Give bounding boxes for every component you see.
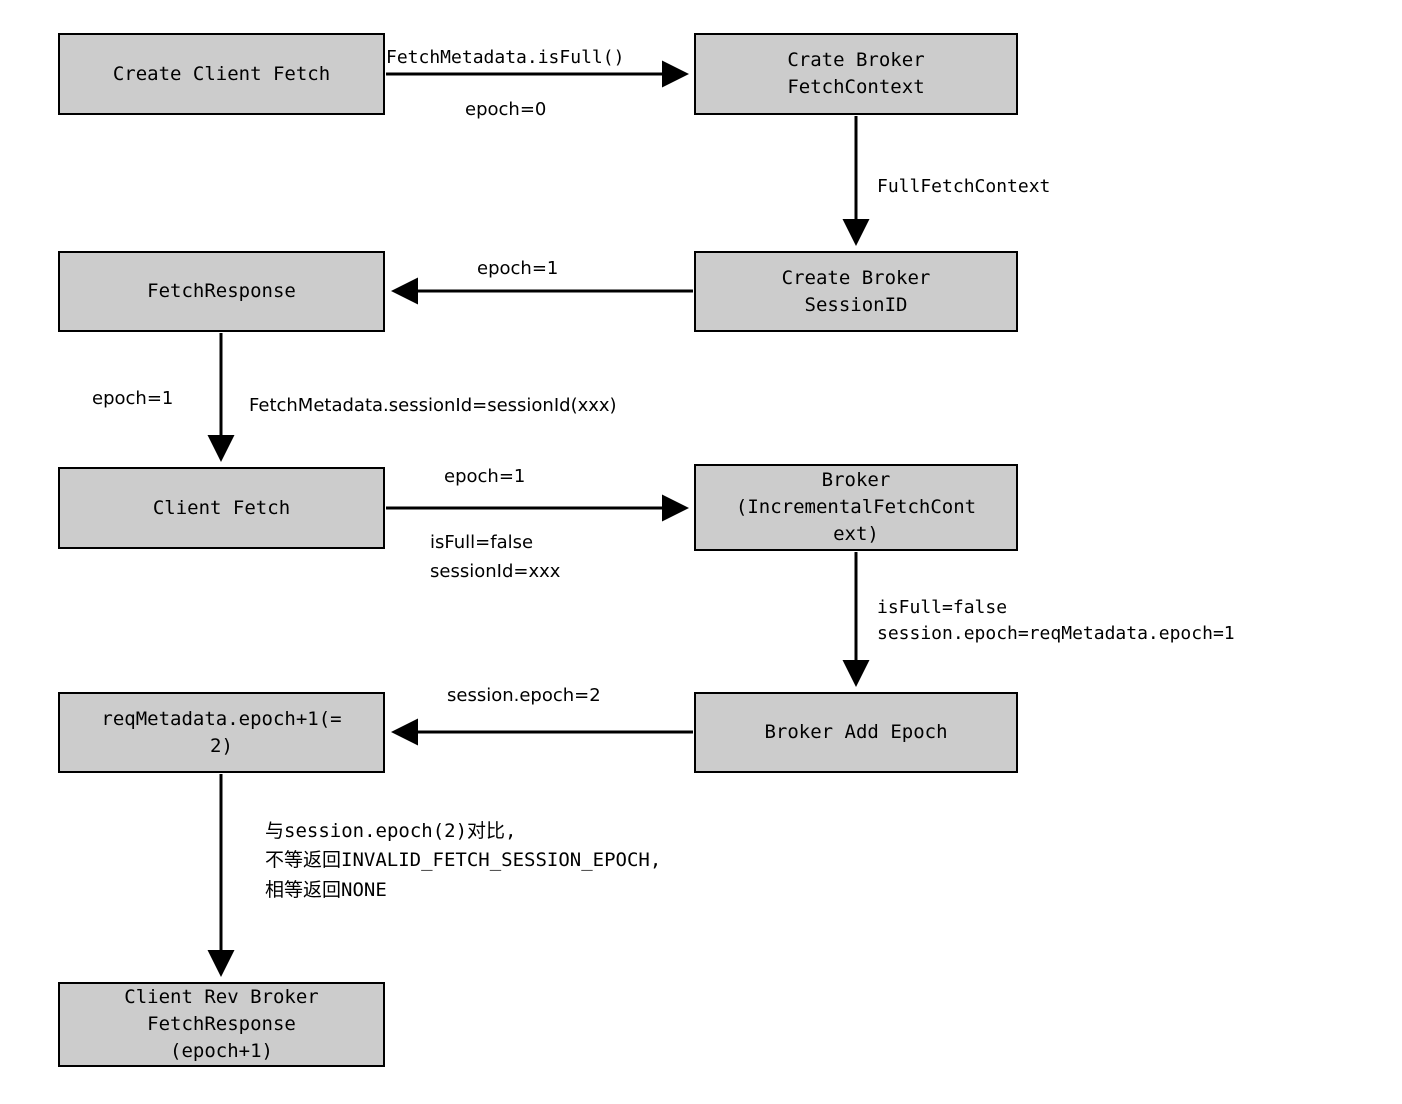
node-label: Broker Add Epoch <box>764 721 948 744</box>
diagram-canvas: Create Client Fetch Crate Broker FetchCo… <box>0 0 1402 1104</box>
edge-label-epoch-1-left: epoch=1 <box>92 388 174 409</box>
edge-label-epoch-compare-note: 与session.epoch(2)对比, 不等返回INVALID_FETCH_S… <box>265 820 662 901</box>
node-create-broker-sessionid[interactable]: Create Broker SessionID <box>694 251 1018 332</box>
node-broker-add-epoch[interactable]: Broker Add Epoch <box>694 692 1018 773</box>
node-broker-incremental-fetch-context[interactable]: Broker (IncrementalFetchCont ext) <box>694 464 1018 551</box>
node-fetch-response[interactable]: FetchResponse <box>58 251 385 332</box>
edge-label-fetchmetadata-sessionid: FetchMetadata.sessionId=sessionId(xxx) <box>249 395 617 416</box>
edge-label-epoch-1-client-fetch: epoch=1 <box>444 466 526 487</box>
node-req-metadata-epoch-plus-1[interactable]: reqMetadata.epoch+1(= 2) <box>58 692 385 773</box>
node-create-client-fetch[interactable]: Create Client Fetch <box>58 33 385 115</box>
node-label: Create Client Fetch <box>112 62 331 85</box>
edge-label-fetchmetadata-isfull: FetchMetadata.isFull() <box>386 47 625 68</box>
edge-label-epoch-1-response: epoch=1 <box>477 258 559 279</box>
node-label: Broker (IncrementalFetchCont ext) <box>735 469 977 545</box>
node-label: Create Broker SessionID <box>781 266 931 316</box>
node-label: reqMetadata.epoch+1(= 2) <box>101 707 342 757</box>
node-label: Client Rev Broker FetchResponse (epoch+1… <box>124 986 319 1062</box>
node-crate-broker-fetchcontext[interactable]: Crate Broker FetchContext <box>694 33 1018 115</box>
edge-label-epoch-0: epoch=0 <box>465 99 547 120</box>
node-label: Client Fetch <box>152 496 291 519</box>
edge-label-isfull-false-session-epoch: isFull=false session.epoch=reqMetadata.e… <box>877 597 1235 645</box>
node-label: FetchResponse <box>147 280 296 303</box>
node-label: Crate Broker FetchContext <box>787 49 925 98</box>
node-client-rev-broker-fetchresponse[interactable]: Client Rev Broker FetchResponse (epoch+1… <box>58 982 385 1067</box>
edge-label-session-epoch-2: session.epoch=2 <box>447 685 601 706</box>
edge-layer <box>207 60 870 977</box>
edge-label-fullfetchcontext: FullFetchContext <box>877 176 1051 197</box>
edge-label-isfull-false-sessionid: isFull=false sessionId=xxx <box>430 532 561 583</box>
node-client-fetch[interactable]: Client Fetch <box>58 467 385 549</box>
